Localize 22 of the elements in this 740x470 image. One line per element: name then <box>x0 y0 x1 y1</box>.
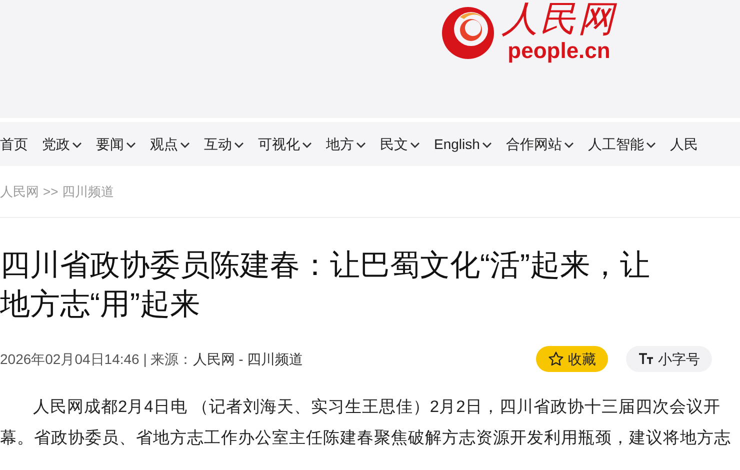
nav-link[interactable]: 地方 <box>326 134 366 154</box>
nav-link[interactable]: 民文 <box>380 134 420 154</box>
logo-text: 人民网 <box>502 2 616 38</box>
star-icon <box>548 351 564 367</box>
nav-link[interactable]: 互动 <box>204 134 244 154</box>
logo-domain: people.cn <box>508 40 610 62</box>
article-paragraph: 人民网成都2月4日电 （记者刘海天、实习生王思佳）2月2日，四川省政协十三届四次会议开幕。省政协委员、省地方志工作办公室主任陈建春聚焦破解方志资源开发利用瓶颈，建议将地方志 <box>0 397 732 449</box>
nav-link[interactable]: 观点 <box>150 134 190 154</box>
nav-link[interactable]: 要闻 <box>96 134 136 154</box>
nav-link[interactable]: 人民 <box>670 134 698 154</box>
nav-link[interactable]: 可视化 <box>258 134 312 154</box>
favorite-button[interactable]: 收藏 <box>536 346 608 372</box>
nav-link[interactable]: 首页 <box>0 134 28 154</box>
source-link[interactable]: 人民网 - 四川频道 <box>192 348 304 370</box>
font-size-button[interactable]: 小字号 <box>626 346 712 372</box>
nav-link[interactable]: 党政 <box>42 134 82 154</box>
article-meta: 2026年02月04日14:46 | 来源： <box>0 350 193 369</box>
nav-link[interactable]: 合作网站 <box>506 134 574 154</box>
text-size-icon <box>638 352 654 366</box>
nav-link[interactable]: English <box>434 134 492 154</box>
nav-link[interactable]: 人工智能 <box>588 134 656 154</box>
article-title: 四川省政协委员陈建春：让巴蜀文化“活”起来，让地方志“用”起来 <box>0 248 651 323</box>
